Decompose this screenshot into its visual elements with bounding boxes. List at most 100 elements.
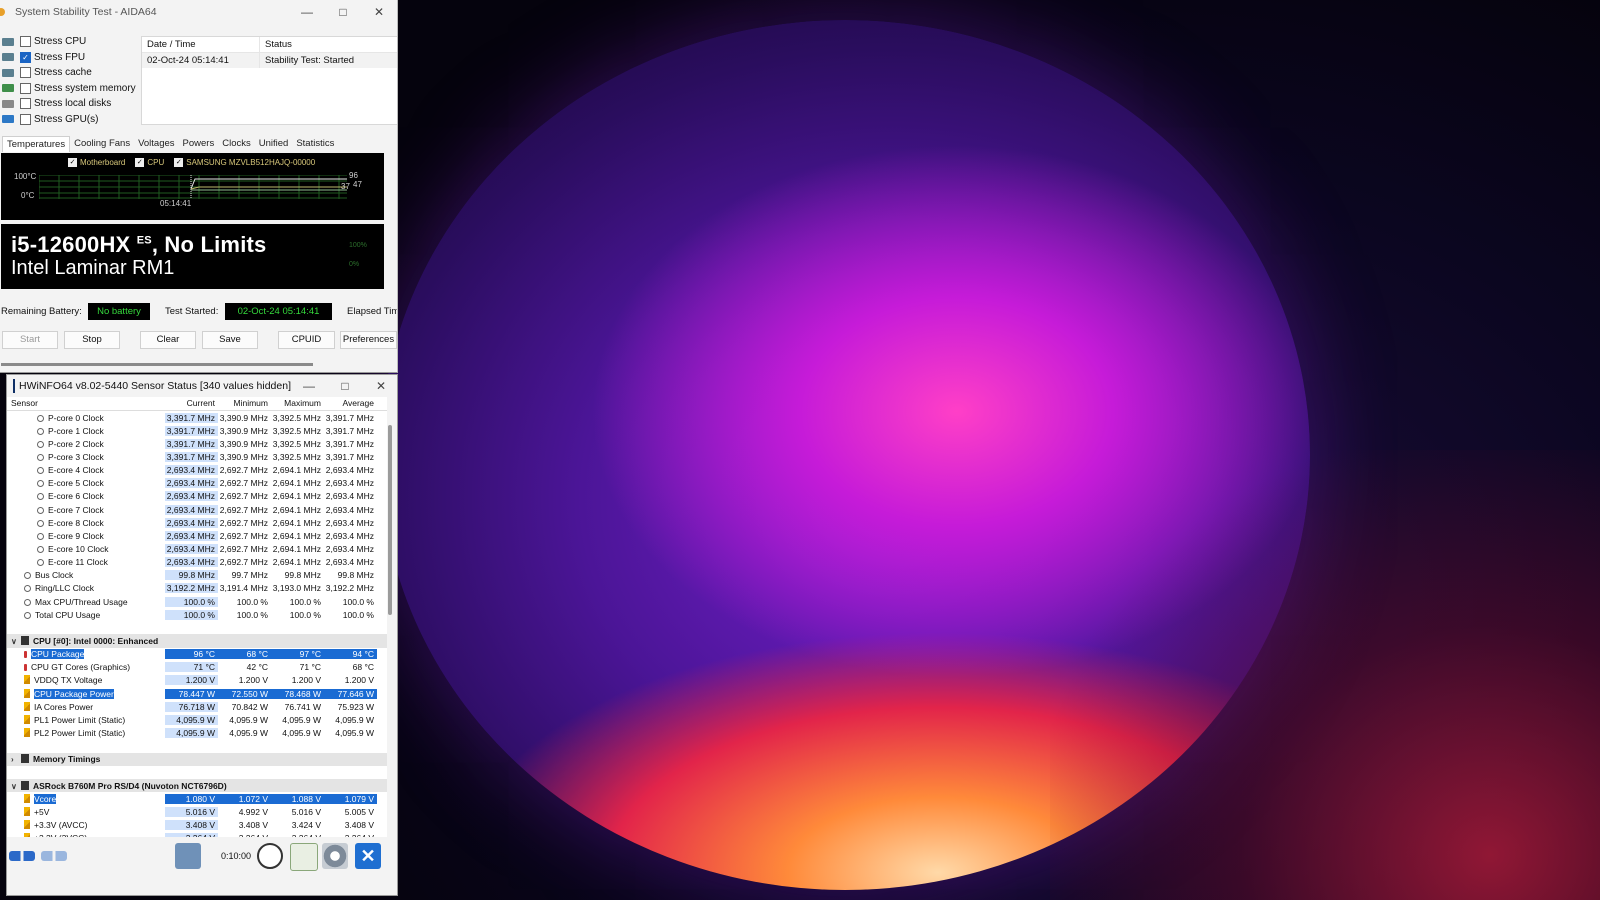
hwinfo-maximize-button[interactable]: □: [327, 379, 363, 393]
sensor-row[interactable]: E-core 4 Clock 2,693.4 MHz 2,692.7 MHz 2,69…: [7, 464, 387, 477]
sensor-row[interactable]: P-core 2 Clock 3,391.7 MHz 3,390.9 MHz 3,39…: [7, 437, 387, 450]
sensor-group-row[interactable]: ∨ ASRock B760M Pro RS/D4 (Nuvoton NCT6796…: [7, 778, 387, 793]
tab-statistics[interactable]: Statistics: [292, 136, 338, 152]
stress-cache-checkbox[interactable]: [20, 67, 31, 79]
sensor-name-cell: E-core 5 Clock: [7, 478, 165, 488]
tab-cooling-fans[interactable]: Cooling Fans: [70, 136, 134, 152]
cpu-checkbox[interactable]: ✓: [135, 158, 145, 167]
stress-disks-option[interactable]: Stress local disks: [0, 96, 140, 112]
sensor-row[interactable]: PL1 Power Limit (Static) 4,095.9 W 4,095.9…: [7, 713, 387, 726]
stress-cache-option[interactable]: Stress cache: [0, 65, 140, 81]
stress-gpu-checkbox[interactable]: [20, 113, 31, 125]
sensor-row[interactable]: IA Cores Power 76.718 W 70.842 W 76.741 W 75…: [7, 700, 387, 713]
hwinfo-titlebar[interactable]: HWiNFO64 v8.02-5440 Sensor Status [340 v…: [7, 375, 397, 397]
settings-icon[interactable]: [322, 843, 348, 869]
stress-fpu-checkbox[interactable]: ✓: [20, 51, 31, 63]
sensor-table[interactable]: Sensor Current Minimum Maximum Average P…: [7, 397, 387, 837]
current-value: 3.408 V: [165, 819, 218, 830]
sensor-label: E-core 8 Clock: [48, 517, 104, 528]
clear-button[interactable]: Clear: [140, 331, 196, 349]
hwinfo-close-button[interactable]: ✕: [363, 379, 397, 393]
column-header-datetime[interactable]: Date / Time: [142, 37, 260, 52]
sensor-row[interactable]: E-core 8 Clock 2,693.4 MHz 2,692.7 MHz 2,69…: [7, 516, 387, 529]
info-row: Remaining Battery: No battery Test Start…: [0, 303, 397, 321]
cpuid-button[interactable]: CPUID: [278, 331, 335, 349]
sensor-row[interactable]: PL2 Power Limit (Static) 4,095.9 W 4,095.9…: [7, 726, 387, 739]
sensor-row[interactable]: +5V 5.016 V 4.992 V 5.016 V 5.005 V: [7, 805, 387, 818]
navigate-collapsed-icon[interactable]: [41, 851, 67, 861]
maximum-value: 2,694.1 MHz: [272, 478, 321, 489]
tab-powers[interactable]: Powers: [179, 136, 219, 152]
maximum-value: 4,095.9 W: [282, 727, 321, 738]
stress-cpu-option[interactable]: Stress CPU: [0, 34, 140, 50]
aida64-titlebar[interactable]: System Stability Test - AIDA64 — □ ✕: [0, 0, 397, 24]
sensor-row[interactable]: E-core 6 Clock 2,693.4 MHz 2,692.7 MHz 2,69…: [7, 490, 387, 503]
chevron-down-icon[interactable]: ∨: [11, 782, 21, 791]
stress-fpu-option[interactable]: ✓ Stress FPU: [0, 50, 140, 66]
stop-button[interactable]: Stop: [64, 331, 120, 349]
preferences-button[interactable]: Preferences: [340, 331, 397, 349]
sensor-row[interactable]: E-core 9 Clock 2,693.4 MHz 2,692.7 MHz 2,69…: [7, 529, 387, 542]
sensor-group-row[interactable]: ∨ CPU [#0]: Intel 0000: Enhanced: [7, 634, 387, 648]
header-average[interactable]: Average: [324, 397, 377, 410]
sensor-row[interactable]: P-core 3 Clock 3,391.7 MHz 3,390.9 MHz 3,39…: [7, 450, 387, 463]
sensor-row[interactable]: CPU Package Power 78.447 W 72.550 W 78.468 …: [7, 687, 387, 700]
minimize-button[interactable]: —: [289, 5, 325, 19]
report-icon[interactable]: [290, 843, 318, 871]
maximum-value: 78.468 W: [271, 688, 324, 699]
sensor-group-row[interactable]: › Memory Timings: [7, 752, 387, 766]
hwinfo-minimize-button[interactable]: —: [291, 379, 327, 393]
column-header-status[interactable]: Status: [260, 37, 292, 52]
close-button[interactable]: ✕: [361, 5, 397, 19]
header-sensor[interactable]: Sensor: [7, 397, 165, 410]
tab-voltages[interactable]: Voltages: [134, 136, 178, 152]
ssd-checkbox[interactable]: ✓: [174, 158, 184, 167]
save-button[interactable]: Save: [202, 331, 258, 349]
status-log-table[interactable]: Date / Time Status 02-Oct-24 05:14:41 St…: [141, 36, 397, 125]
maximize-button[interactable]: □: [325, 5, 361, 19]
tab-temperatures[interactable]: Temperatures: [2, 136, 71, 152]
minimum-value: 68 °C: [218, 649, 271, 660]
stress-memory-checkbox[interactable]: [20, 82, 31, 94]
network-icon[interactable]: [175, 843, 201, 869]
status-log-row[interactable]: 02-Oct-24 05:14:41 Stability Test: Start…: [142, 53, 397, 68]
tab-clocks[interactable]: Clocks: [218, 136, 255, 152]
stress-cpu-checkbox[interactable]: [20, 36, 31, 48]
sensor-row[interactable]: Vcore 1.080 V 1.072 V 1.088 V 1.079 V: [7, 792, 387, 805]
sensor-row[interactable]: Total CPU Usage 100.0 % 100.0 % 100.0 % 100.…: [7, 608, 387, 621]
sensor-row[interactable]: +3.3V (AVCC) 3.408 V 3.408 V 3.424 V 3.408 V: [7, 818, 387, 831]
chevron-down-icon[interactable]: ∨: [11, 637, 21, 646]
sensor-row[interactable]: CPU GT Cores (Graphics) 71 °C 42 °C 71 °C 68…: [7, 661, 387, 674]
close-x-icon[interactable]: ✕: [355, 843, 381, 869]
stress-gpu-option[interactable]: Stress GPU(s): [0, 112, 140, 128]
sensor-row[interactable]: E-core 11 Clock 2,693.4 MHz 2,692.7 MHz 2,6…: [7, 556, 387, 569]
chevron-right-icon[interactable]: ›: [11, 755, 21, 764]
current-value: 3,391.7 MHz: [165, 438, 218, 449]
cpu-icon: [2, 37, 14, 46]
minimum-value: 3,191.4 MHz: [219, 583, 268, 594]
sensor-row[interactable]: Max CPU/Thread Usage 100.0 % 100.0 % 100.0 …: [7, 595, 387, 608]
header-maximum[interactable]: Maximum: [271, 397, 324, 410]
sensor-row[interactable]: CPU Package 96 °C 68 °C 97 °C 94 °C: [7, 648, 387, 661]
sensor-row[interactable]: E-core 10 Clock 2,693.4 MHz 2,692.7 MHz 2,6…: [7, 542, 387, 555]
sensor-row[interactable]: Bus Clock 99.8 MHz 99.7 MHz 99.8 MHz 99.8 MH…: [7, 569, 387, 582]
header-minimum[interactable]: Minimum: [218, 397, 271, 410]
aida64-window: System Stability Test - AIDA64 — □ ✕ Str…: [0, 0, 398, 373]
stress-memory-option[interactable]: Stress system memory: [0, 81, 140, 97]
sensor-vertical-scrollbar[interactable]: [388, 425, 392, 615]
sensor-row[interactable]: E-core 5 Clock 2,693.4 MHz 2,692.7 MHz 2,69…: [7, 477, 387, 490]
sensor-row[interactable]: P-core 0 Clock 3,391.7 MHz 3,390.9 MHz 3,39…: [7, 411, 387, 424]
stress-disks-checkbox[interactable]: [20, 98, 31, 110]
horizontal-scrollbar[interactable]: [1, 363, 313, 366]
sensor-row[interactable]: E-core 7 Clock 2,693.4 MHz 2,692.7 MHz 2,69…: [7, 503, 387, 516]
start-button[interactable]: Start: [2, 331, 58, 349]
clock-icon[interactable]: [257, 843, 283, 869]
navigate-back-forward-icon[interactable]: [9, 851, 35, 861]
tab-unified[interactable]: Unified: [255, 136, 293, 152]
sensor-row[interactable]: Ring/LLC Clock 3,192.2 MHz 3,191.4 MHz 3,19…: [7, 582, 387, 595]
header-current[interactable]: Current: [165, 397, 218, 410]
graph-time-label: 05:14:41: [160, 199, 192, 208]
sensor-row[interactable]: VDDQ TX Voltage 1.200 V 1.200 V 1.200 V 1.20…: [7, 674, 387, 687]
sensor-row[interactable]: P-core 1 Clock 3,391.7 MHz 3,390.9 MHz 3,39…: [7, 424, 387, 437]
motherboard-checkbox[interactable]: ✓: [68, 158, 77, 167]
